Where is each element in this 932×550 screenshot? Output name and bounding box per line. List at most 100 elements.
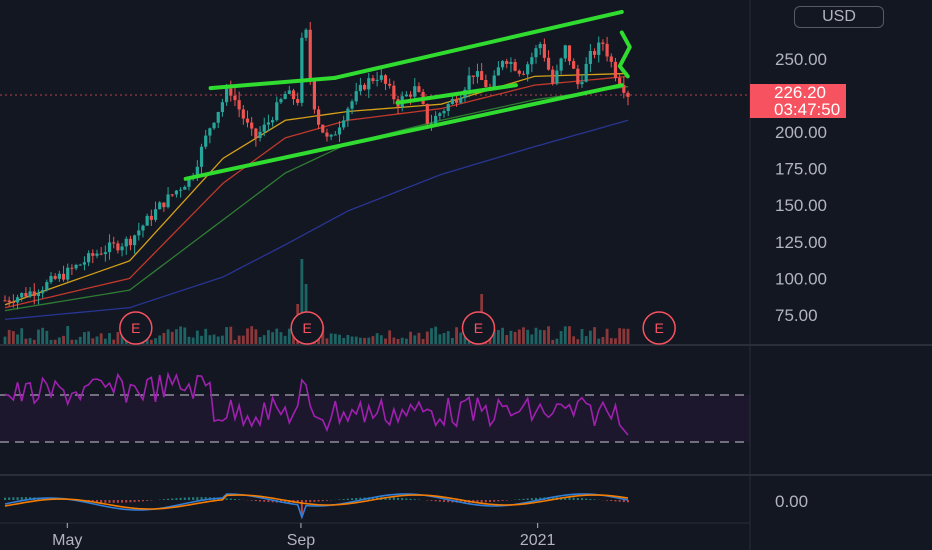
candle-body [613, 61, 618, 79]
macd-histogram-bar [175, 498, 178, 500]
candle-body [275, 102, 279, 121]
volume-bar [108, 333, 111, 344]
macd-histogram-bar [593, 499, 596, 500]
candle-body [304, 29, 308, 38]
macd-histogram-bar [338, 499, 341, 500]
macd-histogram-bar [229, 498, 232, 500]
volume-bar [568, 326, 571, 344]
candle-body [120, 246, 124, 251]
volume-bar [526, 329, 530, 344]
volume-bar [179, 326, 183, 344]
candle-body [588, 51, 592, 64]
volume-bar [626, 328, 630, 344]
volume-bar [250, 326, 254, 344]
macd-histogram-bar [530, 498, 533, 500]
macd-histogram-bar [614, 500, 617, 502]
time-tick-label: 2021 [520, 532, 556, 549]
volume-bar [346, 334, 350, 344]
volume-bar [601, 337, 605, 344]
candle-body [220, 102, 225, 112]
candle-body [434, 115, 438, 124]
candle-body [149, 215, 153, 220]
candle-body [559, 58, 563, 71]
candle-body [375, 79, 379, 81]
channel-line [333, 9, 624, 80]
candle-body [371, 78, 375, 81]
volume-bar [609, 338, 613, 344]
volume-bar [618, 328, 622, 344]
candle-body [24, 293, 28, 297]
volume-bar [83, 332, 86, 344]
macd-histogram-bar [568, 497, 571, 500]
macd-histogram-bar [585, 498, 588, 500]
price-tick-label: 75.00 [775, 306, 818, 325]
volume-bar [287, 328, 291, 344]
volume-bar [434, 326, 438, 344]
candle-body [3, 300, 7, 302]
candle-body [78, 264, 82, 266]
macd-histogram-bar [250, 500, 253, 501]
volume-bar [538, 329, 542, 344]
candle-body [216, 111, 220, 123]
candle-body [74, 264, 78, 269]
time-axis[interactable]: May Sep 2021 [52, 523, 556, 549]
candle-body [53, 276, 57, 279]
candle-body [128, 238, 133, 246]
macd-histogram-bar [346, 498, 349, 500]
candle-body [116, 243, 120, 251]
candle-body [262, 124, 266, 132]
macd-histogram-bar [313, 500, 316, 502]
candle-body [446, 104, 450, 111]
macd-histogram-bar [401, 498, 404, 500]
volume-bar [24, 338, 28, 344]
macd-histogram-bar [116, 500, 119, 503]
volume-bar [455, 327, 458, 344]
volume-bar [413, 335, 417, 344]
macd-line[interactable] [4, 493, 629, 520]
macd-histogram-bar [179, 497, 182, 500]
candle-body [546, 57, 551, 70]
volume-bar [530, 334, 534, 344]
volume-bar [74, 339, 78, 344]
candle-body [492, 75, 496, 88]
macd-histogram-bar [317, 500, 320, 502]
volume-bar [283, 335, 287, 344]
volume-bar [32, 339, 36, 344]
macd-histogram-bar [183, 497, 186, 500]
macd-histogram-bar [434, 500, 437, 502]
candle-body [237, 100, 241, 110]
volume-bar [522, 327, 525, 344]
candle-body [425, 103, 429, 124]
volume-bar [187, 336, 191, 344]
volume-bar [384, 338, 387, 344]
macd-histogram-bar [146, 500, 149, 501]
currency-button[interactable]: USD [794, 6, 884, 28]
current-price-value: 226.20 [774, 83, 826, 102]
candle-body [534, 48, 538, 58]
volume-bar [237, 335, 241, 344]
candle-body [517, 70, 521, 74]
candle-body [592, 51, 597, 55]
macd-histogram-bar [484, 500, 487, 503]
volume-bar [95, 336, 99, 344]
earnings-marker-label: E [474, 320, 483, 336]
volume-bar [154, 338, 157, 344]
volume-bar [593, 327, 596, 344]
volume-bar [271, 332, 274, 344]
candle-body [258, 131, 262, 139]
macd-histogram-bar [355, 497, 358, 500]
macd-histogram-bar [137, 500, 140, 502]
macd-signal-line[interactable] [4, 494, 629, 510]
volume-bar [166, 329, 170, 344]
candle-body [70, 267, 74, 269]
macd-histogram-bar [497, 500, 500, 502]
macd-histogram-bar [342, 499, 345, 500]
candle-body [626, 92, 630, 97]
volume-bar [262, 335, 266, 344]
volume-bar [459, 332, 463, 344]
volume-bar [45, 330, 49, 344]
macd-histogram-bar [259, 500, 262, 502]
macd-histogram-bar [171, 498, 174, 500]
volume-bar [191, 337, 195, 344]
candle-body [174, 190, 179, 195]
